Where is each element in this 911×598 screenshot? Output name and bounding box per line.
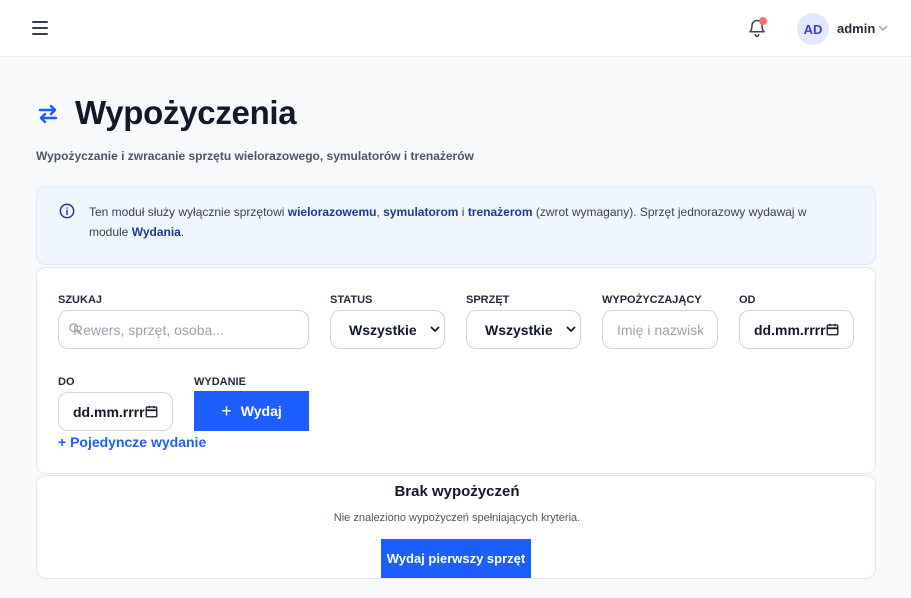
swap-arrows-icon	[38, 104, 58, 124]
search-label: SZUKAJ	[58, 294, 103, 306]
date-from-input[interactable]: dd.mm.rrrr	[739, 310, 854, 349]
single-issue-link[interactable]: + Pojedyncze wydanie	[58, 434, 206, 450]
borrower-label: WYPOŻYCZAJĄCY	[602, 294, 702, 306]
equipment-label: SPRZĘT	[466, 294, 510, 306]
issue-button[interactable]: + Wydaj	[194, 391, 309, 431]
notification-badge	[759, 17, 767, 25]
plus-icon: +	[221, 401, 232, 421]
issue-label: WYDANIE	[194, 376, 246, 388]
search-input[interactable]	[58, 310, 309, 349]
calendar-icon[interactable]	[145, 405, 158, 418]
hamburger-icon[interactable]	[32, 20, 50, 36]
issue-button-label: Wydaj	[240, 403, 282, 419]
status-label: STATUS	[330, 294, 373, 306]
date-from-label: OD	[739, 294, 756, 306]
date-to-input[interactable]: dd.mm.rrrr	[58, 392, 173, 431]
info-banner: Ten moduł służy wyłącznie sprzętowi wiel…	[36, 186, 876, 265]
page-subtitle: Wypożyczanie i zwracanie sprzętu wielora…	[36, 149, 474, 163]
date-to-label: DO	[58, 376, 75, 388]
chevron-down-icon[interactable]	[878, 24, 888, 32]
info-circle-icon	[59, 203, 75, 219]
calendar-icon[interactable]	[826, 323, 839, 336]
empty-state-text: Nie znaleziono wypożyczeń spełniających …	[333, 512, 581, 524]
equipment-select[interactable]: Wszystkie	[466, 310, 581, 349]
page-title: Wypożyczenia	[75, 94, 297, 131]
info-text: Ten moduł służy wyłącznie sprzętowi wiel…	[89, 205, 807, 239]
avatar[interactable]: AD	[797, 13, 829, 45]
username[interactable]: admin	[837, 21, 875, 36]
date-from-value: dd.mm.rrrr	[754, 321, 826, 338]
status-select[interactable]: Wszystkie	[330, 310, 445, 349]
issue-first-button[interactable]: Wydaj pierwszy sprzęt	[381, 539, 531, 578]
borrower-input[interactable]	[602, 310, 718, 349]
date-to-value: dd.mm.rrrr	[73, 403, 145, 420]
top-bar: AD admin	[0, 0, 911, 57]
empty-state-title: Brak wypożyczeń	[394, 483, 520, 500]
